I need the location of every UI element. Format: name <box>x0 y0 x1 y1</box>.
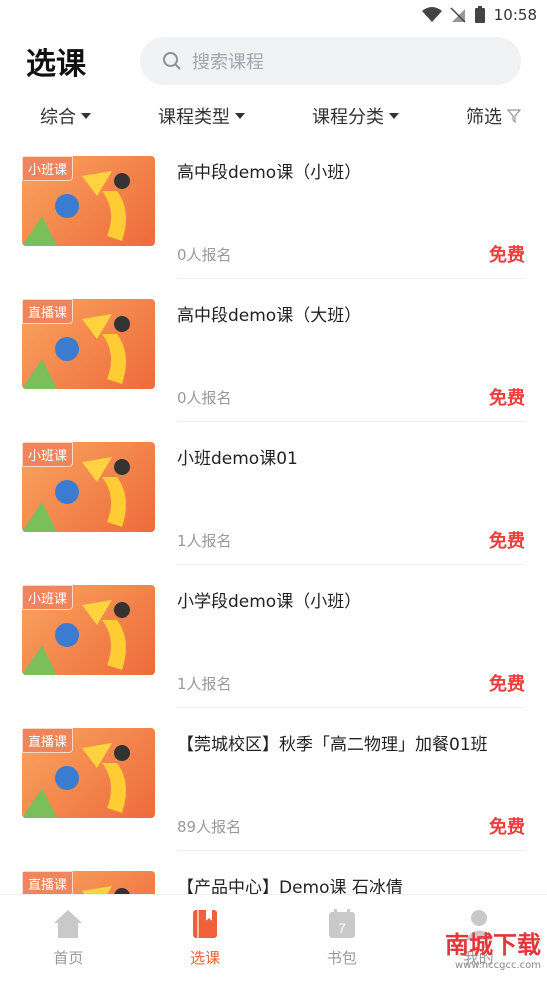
course-type-badge: 小班课 <box>22 442 74 467</box>
tab-label: 书包 <box>326 949 357 967</box>
watermark-text: 南城下载 <box>445 931 541 959</box>
course-price: 免费 <box>489 674 525 695</box>
divider <box>177 707 525 708</box>
enroll-count: 1人报名 <box>177 532 232 550</box>
home-icon <box>54 910 83 938</box>
page-title: 选课 <box>26 47 86 82</box>
course-thumbnail: 小班课 <box>22 156 155 246</box>
enroll-count: 0人报名 <box>177 246 232 264</box>
tab-courses[interactable]: 选课 <box>137 895 274 977</box>
tab-label: 选课 <box>190 949 221 967</box>
filter-screen[interactable]: 筛选 <box>466 103 521 129</box>
caret-down-icon <box>235 113 245 119</box>
header: 选课 搜索课程 <box>0 30 547 92</box>
filter-label: 课程分类 <box>312 107 384 128</box>
watermark-logo: 南城下载 www.nccgcc.com <box>445 925 541 971</box>
enroll-count: 89人报名 <box>177 818 242 836</box>
divider <box>177 421 525 422</box>
caret-down-icon <box>389 113 399 119</box>
battery-icon <box>474 6 485 23</box>
wifi-icon <box>421 7 442 22</box>
watermark-url: www.nccgcc.com <box>454 960 541 971</box>
enroll-count: 1人报名 <box>177 675 232 693</box>
course-thumbnail: 小班课 <box>22 585 155 675</box>
course-type-badge: 直播课 <box>22 728 74 753</box>
course-item[interactable]: 小班课 高中段demo课（小班） 0人报名 免费 <box>0 146 547 289</box>
status-time: 10:58 <box>493 6 537 24</box>
course-type-badge: 直播课 <box>22 871 74 896</box>
course-item[interactable]: 直播课 高中段demo课（大班） 0人报名 免费 <box>0 289 547 432</box>
filter-overall[interactable]: 综合 <box>40 103 91 129</box>
filter-label: 课程类型 <box>158 107 230 128</box>
tab-home[interactable]: 首页 <box>0 895 137 977</box>
status-bar: 10:58 <box>0 0 547 30</box>
funnel-icon <box>507 109 521 123</box>
search-placeholder: 搜索课程 <box>192 52 264 73</box>
filter-course-type[interactable]: 课程类型 <box>158 103 245 129</box>
course-price: 免费 <box>489 817 525 838</box>
course-title: 高中段demo课（小班） <box>177 163 362 183</box>
course-thumbnail: 直播课 <box>22 299 155 389</box>
tab-label: 首页 <box>53 949 84 967</box>
course-price: 免费 <box>489 388 525 409</box>
filter-label: 筛选 <box>466 107 502 128</box>
course-list: 小班课 高中段demo课（小班） 0人报名 免费 直播课 高中段demo课（大班… <box>0 146 547 1004</box>
course-thumbnail: 直播课 <box>22 728 155 818</box>
filter-label: 综合 <box>40 107 76 128</box>
divider <box>177 564 525 565</box>
divider <box>177 850 525 851</box>
courses-icon <box>193 910 218 938</box>
course-type-badge: 小班课 <box>22 585 74 610</box>
course-item[interactable]: 小班课 小学段demo课（小班） 1人报名 免费 <box>0 575 547 718</box>
divider <box>177 278 525 279</box>
course-price: 免费 <box>489 531 525 552</box>
filter-course-category[interactable]: 课程分类 <box>312 103 399 129</box>
caret-down-icon <box>81 113 91 119</box>
course-title: 小学段demo课（小班） <box>177 592 362 612</box>
tab-bag[interactable]: 7 书包 <box>274 895 411 977</box>
filter-bar: 综合 课程类型 课程分类 筛选 <box>0 92 547 140</box>
course-type-badge: 直播课 <box>22 299 74 324</box>
course-thumbnail: 小班课 <box>22 442 155 532</box>
search-icon <box>163 52 181 70</box>
course-item[interactable]: 直播课 【莞城校区】秋季「高二物理」加餐01班 89人报名 免费 <box>0 718 547 861</box>
enroll-count: 0人报名 <box>177 389 232 407</box>
no-signal-icon <box>450 7 466 23</box>
search-input[interactable]: 搜索课程 <box>140 37 521 85</box>
course-title: 高中段demo课（大班） <box>177 306 362 326</box>
course-item[interactable]: 小班课 小班demo课01 1人报名 免费 <box>0 432 547 575</box>
course-price: 免费 <box>489 245 525 266</box>
calendar-icon: 7 <box>328 909 355 938</box>
calendar-day: 7 <box>338 920 346 936</box>
course-title: 【莞城校区】秋季「高二物理」加餐01班 <box>177 735 488 755</box>
course-type-badge: 小班课 <box>22 156 74 181</box>
course-title: 小班demo课01 <box>177 449 298 469</box>
